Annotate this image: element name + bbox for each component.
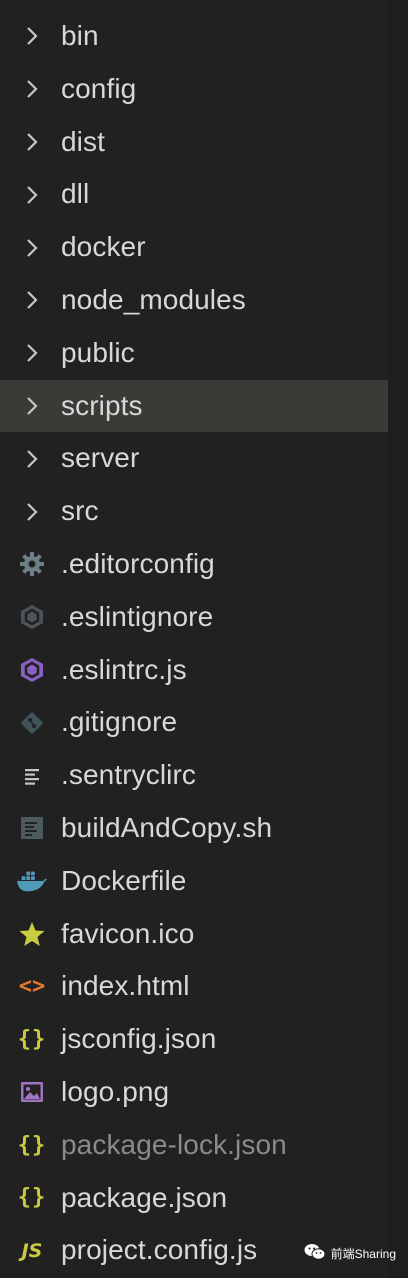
folder-dist[interactable]: dist (0, 116, 388, 169)
file-sentryclirc[interactable]: .sentryclirc (0, 749, 388, 802)
folder-config[interactable]: config (0, 63, 388, 116)
file-label: package.json (61, 1181, 228, 1213)
docker-whale-icon (16, 855, 48, 908)
json-braces-icon: {} (17, 1185, 47, 1211)
file-label: .eslintrc.js (61, 653, 187, 685)
chevron-right-icon (16, 380, 48, 433)
html-brackets-icon: <> (18, 974, 46, 1000)
folder-dll[interactable]: dll (0, 168, 388, 221)
folder-label: dll (61, 178, 90, 210)
folder-label: public (61, 336, 135, 368)
file-buildandcopy[interactable]: buildAndCopy.sh (0, 802, 388, 855)
gear-icon (16, 538, 48, 591)
folder-label: bin (61, 20, 99, 51)
chevron-right-icon (16, 116, 48, 169)
chevron-right-icon (16, 221, 48, 274)
file-label: favicon.ico (61, 917, 195, 949)
eslint-icon (16, 644, 48, 697)
folder-label: scripts (61, 389, 143, 421)
file-label: logo.png (61, 1075, 170, 1107)
chevron-right-icon (16, 168, 48, 221)
json-braces-icon: {} (17, 1027, 47, 1053)
image-icon (16, 1066, 48, 1119)
file-eslintrc[interactable]: .eslintrc.js (0, 644, 388, 697)
folder-public[interactable]: public (0, 327, 388, 380)
folder-label: dist (61, 125, 105, 157)
watermark: 前端Sharing (304, 1243, 396, 1264)
folder-label: config (61, 72, 137, 104)
file-explorer-tree: bin config dist dll docker node_modules (0, 10, 388, 1277)
scrollbar-track[interactable] (388, 0, 408, 1278)
chevron-right-icon (16, 274, 48, 327)
javascript-icon: JS (21, 1239, 43, 1262)
lines-icon (16, 749, 48, 802)
folder-label: server (61, 442, 140, 474)
folder-server[interactable]: server (0, 432, 388, 485)
file-dockerfile[interactable]: Dockerfile (0, 855, 388, 908)
file-package-lock[interactable]: {} package-lock.json (0, 1119, 388, 1172)
chevron-right-icon (16, 327, 48, 380)
folder-src[interactable]: src (0, 485, 388, 538)
json-braces-icon: {} (17, 1132, 47, 1158)
folder-label: src (61, 495, 99, 527)
chevron-right-icon (16, 432, 48, 485)
file-label: jsconfig.json (61, 1023, 217, 1055)
file-label: Dockerfile (61, 864, 187, 896)
file-eslintignore[interactable]: .eslintignore (0, 591, 388, 644)
file-label: .gitignore (61, 706, 178, 738)
file-favicon[interactable]: favicon.ico (0, 908, 388, 961)
file-editorconfig[interactable]: .editorconfig (0, 538, 388, 591)
chevron-right-icon (16, 10, 48, 63)
file-logo-png[interactable]: logo.png (0, 1066, 388, 1119)
file-label: .eslintignore (61, 600, 214, 632)
file-jsconfig[interactable]: {} jsconfig.json (0, 1013, 388, 1066)
file-label: .sentryclirc (61, 759, 196, 791)
wechat-icon (304, 1243, 326, 1264)
folder-label: node_modules (61, 283, 246, 315)
folder-scripts[interactable]: scripts (0, 379, 388, 433)
file-label: project.config.js (61, 1234, 258, 1266)
eslint-ignore-icon (16, 591, 48, 644)
folder-docker[interactable]: docker (0, 221, 388, 274)
git-icon (16, 696, 48, 749)
watermark-text: 前端Sharing (330, 1247, 396, 1261)
folder-node-modules[interactable]: node_modules (0, 274, 388, 327)
file-index-html[interactable]: <> index.html (0, 960, 388, 1013)
chevron-right-icon (16, 485, 48, 538)
file-label: package-lock.json (61, 1128, 287, 1160)
file-label: buildAndCopy.sh (61, 811, 273, 843)
star-icon (16, 908, 48, 961)
file-gitignore[interactable]: .gitignore (0, 696, 388, 749)
file-label: .editorconfig (61, 547, 215, 579)
file-label: index.html (61, 970, 190, 1002)
shell-script-icon (16, 802, 48, 855)
file-package-json[interactable]: {} package.json (0, 1172, 388, 1225)
folder-label: docker (61, 231, 146, 263)
folder-bin[interactable]: bin (0, 10, 388, 63)
chevron-right-icon (16, 63, 48, 116)
